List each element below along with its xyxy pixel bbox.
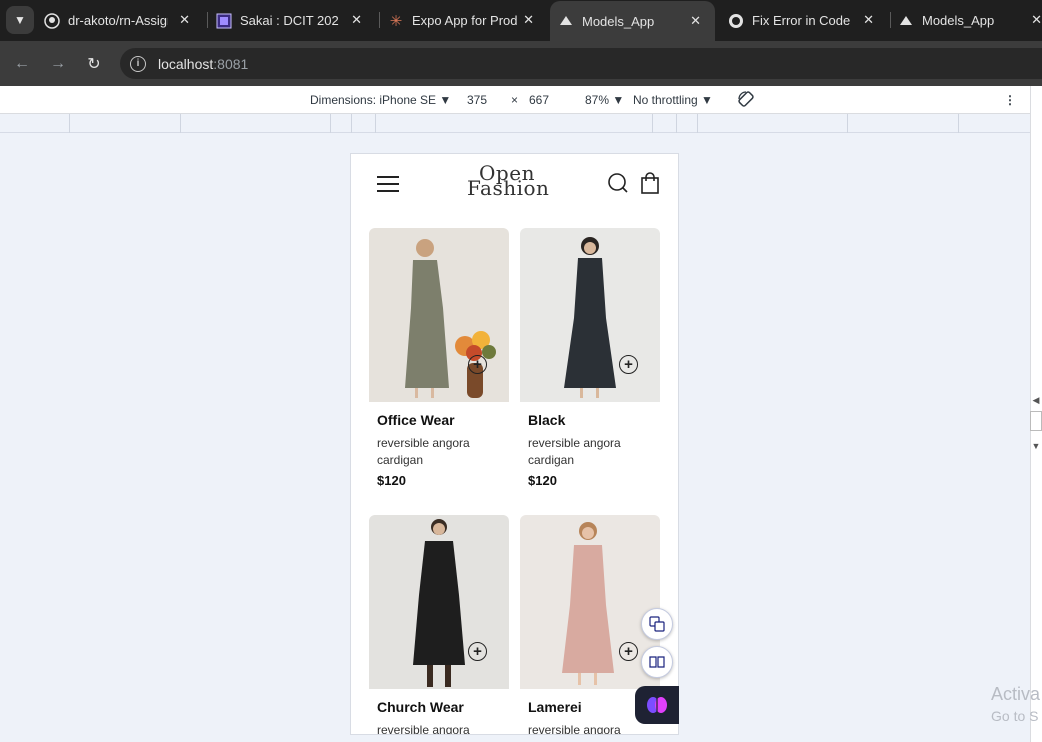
translate-icon[interactable] [641, 608, 673, 640]
add-to-cart-icon[interactable]: + [619, 642, 638, 661]
claude-icon: ✳ [389, 12, 403, 30]
devtools-side-controls: ◀ ▼ [1030, 395, 1042, 453]
add-to-cart-icon[interactable]: + [468, 355, 487, 374]
product-price: $120 [377, 473, 406, 488]
dimensions-select[interactable]: Dimensions: iPhone SE ▼ [310, 93, 451, 107]
product-image[interactable]: + [369, 228, 509, 402]
close-tab-icon[interactable]: ✕ [1031, 12, 1042, 28]
back-button[interactable]: ← [9, 51, 35, 77]
chatgpt-icon [728, 13, 744, 29]
tab-title: Models_App [582, 13, 655, 29]
product-name: Office Wear [377, 412, 455, 428]
menu-icon[interactable] [377, 176, 399, 192]
product-price: $120 [528, 473, 557, 488]
product-description: reversible angora [377, 723, 470, 735]
tab-title: Fix Error in Code [752, 13, 851, 28]
site-info-icon[interactable]: i [130, 55, 146, 72]
rotate-icon[interactable] [737, 90, 755, 111]
width-input[interactable]: 375 [467, 93, 487, 107]
shopping-bag-icon[interactable] [639, 172, 661, 194]
reader-icon[interactable] [641, 646, 673, 678]
tab-title: Sakai : DCIT 202 1 S [240, 13, 340, 28]
activation-watermark: Activa Go to S [991, 684, 1041, 724]
device-toolbar: Dimensions: iPhone SE ▼ 375 × 667 87% ▼ … [0, 86, 1030, 114]
collapse-icon[interactable]: ◀ [1030, 395, 1042, 407]
product-name: Church Wear [377, 699, 464, 715]
tab-title: Expo App for Prod [412, 13, 517, 28]
search-icon[interactable] [607, 172, 629, 194]
address-bar[interactable]: i localhost:8081 [120, 48, 1042, 79]
add-to-cart-icon[interactable]: + [468, 642, 487, 661]
tab-chatgpt[interactable]: Fix Error in Code ✕ [728, 0, 888, 41]
reload-button[interactable]: ↻ [81, 51, 107, 77]
app-header: Open Fashion [351, 154, 678, 214]
panel-handle[interactable] [1030, 411, 1042, 431]
tab-models-app[interactable]: Models_App ✕ [898, 0, 1042, 41]
close-tab-icon[interactable]: ✕ [690, 13, 701, 29]
url-host: localhost [158, 55, 214, 72]
forward-button[interactable]: → [45, 51, 71, 77]
tab-sakai[interactable]: Sakai : DCIT 202 1 S ✕ [216, 0, 376, 41]
product-image[interactable]: + [369, 515, 509, 689]
tab-github[interactable]: dr-akoto/rn-Assignm ✕ [44, 0, 204, 41]
app-logo: Open Fashion [467, 161, 550, 200]
browser-toolbar: ← → ↻ i localhost:8081 [0, 41, 1042, 86]
close-tab-icon[interactable]: ✕ [523, 12, 534, 28]
expo-icon [898, 13, 914, 29]
product-card[interactable]: + Office Wear reversible angora cardigan… [369, 228, 509, 488]
media-query-ruler [0, 114, 1030, 133]
more-options-icon[interactable]: ⋮ [1004, 93, 1016, 107]
browser-tab-strip: ▼ dr-akoto/rn-Assignm ✕ Sakai : DCIT 202… [0, 0, 1042, 41]
height-input[interactable]: 667 [529, 93, 549, 107]
throttling-select[interactable]: No throttling ▼ [633, 93, 713, 107]
expand-icon[interactable]: ▼ [1030, 441, 1042, 453]
product-description: reversible angora cardigan [528, 436, 621, 467]
close-tab-icon[interactable]: ✕ [863, 12, 874, 28]
product-image[interactable]: + [520, 228, 660, 402]
sakai-icon [216, 13, 232, 29]
close-tab-icon[interactable]: ✕ [351, 12, 362, 28]
tab-title: dr-akoto/rn-Assignm [68, 13, 168, 28]
product-card[interactable]: + Church Wear reversible angora [369, 515, 509, 735]
product-card[interactable]: + Black reversible angora cardigan $120 [520, 228, 660, 488]
expo-icon [558, 13, 574, 29]
ai-assistant-icon[interactable] [635, 686, 679, 724]
github-icon [44, 12, 60, 29]
phone-screen: Open Fashion + Office Wear reversible an… [350, 153, 679, 735]
dimension-separator: × [511, 93, 519, 107]
close-tab-icon[interactable]: ✕ [179, 12, 190, 28]
tab-claude[interactable]: ✳ Expo App for Prod ✕ [388, 0, 548, 41]
product-image[interactable]: + [520, 515, 660, 689]
zoom-select[interactable]: 87% ▼ [585, 93, 624, 107]
tab-models-app-active[interactable]: Models_App ✕ [550, 1, 715, 41]
url-port: :8081 [213, 55, 249, 72]
product-description: reversible angora [528, 723, 621, 735]
product-description: reversible angora cardigan [377, 436, 470, 467]
tab-search-button[interactable]: ▼ [6, 6, 34, 34]
tab-title: Models_App [922, 13, 995, 28]
product-name: Black [528, 412, 566, 428]
add-to-cart-icon[interactable]: + [619, 355, 638, 374]
